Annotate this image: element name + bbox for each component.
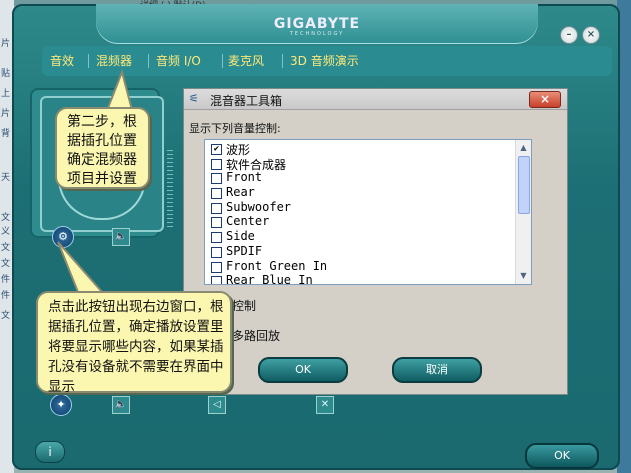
desktop-glyph: 文 (1, 243, 11, 253)
desktop-glyph: 文 (1, 311, 11, 321)
callout-step-two: 第二步，根据插孔位置确定混频器项目并设置 (55, 107, 150, 189)
scroll-thumb[interactable] (518, 156, 530, 214)
mixer-toolbox-button[interactable]: ⚙ (52, 226, 74, 248)
checkbox[interactable] (211, 217, 222, 229)
desktop-glyph: 天 (1, 173, 11, 183)
close-button[interactable]: × (582, 26, 600, 44)
mixer-icon: ⚟ (189, 92, 199, 105)
info-button[interactable]: i (35, 441, 65, 463)
dialog-close-button[interactable]: × (529, 91, 561, 108)
checkbox[interactable] (211, 202, 222, 214)
checkbox[interactable] (211, 188, 222, 200)
volume-control-list[interactable]: ✔ 波形 软件合成器 Front Rear Subwoofer Center Si… (204, 139, 532, 285)
checkbox[interactable]: ✔ (211, 144, 222, 155)
checkbox[interactable] (211, 232, 222, 244)
list-item[interactable]: SPDIF (208, 244, 508, 260)
list-items: ✔ 波形 软件合成器 Front Rear Subwoofer Center Si… (208, 142, 508, 284)
scroll-up-icon[interactable]: ▲ (518, 142, 529, 153)
dialog-titlebar: ⚟ 混音器工具箱 × (184, 89, 567, 110)
desktop-glyph: 文 (1, 213, 11, 223)
checkbox[interactable] (211, 173, 222, 185)
desktop-glyph: 上 (1, 89, 11, 99)
tab-bar: 音效 混频器 音频 I/O 麦克风 3D 音频演示 (42, 46, 612, 76)
desktop-glyph: 片 (1, 109, 11, 119)
checkbox[interactable] (211, 261, 222, 273)
tab-mixer[interactable]: 混频器 (96, 52, 132, 69)
tab-sound-effects[interactable]: 音效 (50, 52, 74, 69)
tab-microphone[interactable]: 麦克风 (228, 52, 264, 69)
mute-icon[interactable]: ◁ (208, 396, 226, 414)
scroll-down-icon[interactable]: ▼ (518, 270, 529, 281)
tab-separator (222, 54, 223, 68)
tool-icon[interactable]: ✦ (50, 394, 72, 416)
desktop-glyph: 件 (1, 275, 11, 285)
list-item[interactable]: ✔ 波形 (208, 142, 508, 157)
checkbox[interactable] (211, 246, 222, 258)
checkbox[interactable] (211, 276, 222, 284)
desktop-glyph: 背 (1, 129, 11, 139)
tab-3d-audio-demo[interactable]: 3D 音频演示 (290, 52, 359, 69)
list-item[interactable]: 软件合成器 (208, 157, 508, 172)
list-item[interactable]: Rear Blue In (208, 273, 508, 284)
option-multi-playback[interactable]: 多路回放 (232, 327, 280, 344)
desktop-glyph: 贴 (1, 69, 11, 79)
volume-scale (167, 150, 173, 230)
option-control[interactable]: 控制 (232, 297, 256, 314)
brand-subtitle: TECHNOLOGY (289, 31, 345, 37)
desktop-glyph: 义 (1, 227, 11, 237)
checkbox[interactable] (211, 158, 222, 170)
list-item[interactable]: Side (208, 229, 508, 245)
list-scrollbar[interactable]: ▲ ▼ (515, 140, 531, 284)
mute-x-icon[interactable]: ✕ (316, 396, 334, 414)
list-item[interactable]: Rear (208, 185, 508, 201)
desktop-glyph: 文 (1, 259, 11, 269)
tab-separator (282, 54, 283, 68)
list-item[interactable]: Subwoofer (208, 200, 508, 216)
brand-logo: GIGABYTE (273, 16, 361, 32)
speaker-icon[interactable]: 🔈 (112, 396, 130, 414)
main-ok-button[interactable]: OK (525, 443, 599, 469)
list-item[interactable]: Front Green In (208, 259, 508, 275)
window-header: GIGABYTE TECHNOLOGY (96, 4, 538, 44)
desktop-glyph: 片 (1, 39, 11, 49)
tab-audio-io[interactable]: 音频 I/O (156, 52, 201, 69)
dialog-ok-button[interactable]: OK (258, 357, 348, 383)
list-item[interactable]: Center (208, 214, 508, 230)
list-label: 显示下列音量控制: (189, 122, 281, 135)
tab-separator (88, 54, 89, 68)
dialog-title: 混音器工具箱 (210, 94, 283, 108)
speaker-icon[interactable]: 🔈 (112, 228, 130, 246)
callout-button-hint: 点击此按钮出现右边窗口，根据插孔位置，确定播放设置里将要显示哪些内容，如果某插孔… (36, 291, 232, 395)
desktop-glyph: 件 (1, 291, 11, 301)
mixer-toolbox-dialog: ⚟ 混音器工具箱 × 显示下列音量控制: ✔ 波形 软件合成器 Front Rea… (183, 88, 568, 395)
list-item[interactable]: Front (208, 170, 508, 186)
minimize-button[interactable]: – (560, 26, 578, 44)
tab-separator (148, 54, 149, 68)
dialog-cancel-button[interactable]: 取消 (392, 357, 482, 383)
